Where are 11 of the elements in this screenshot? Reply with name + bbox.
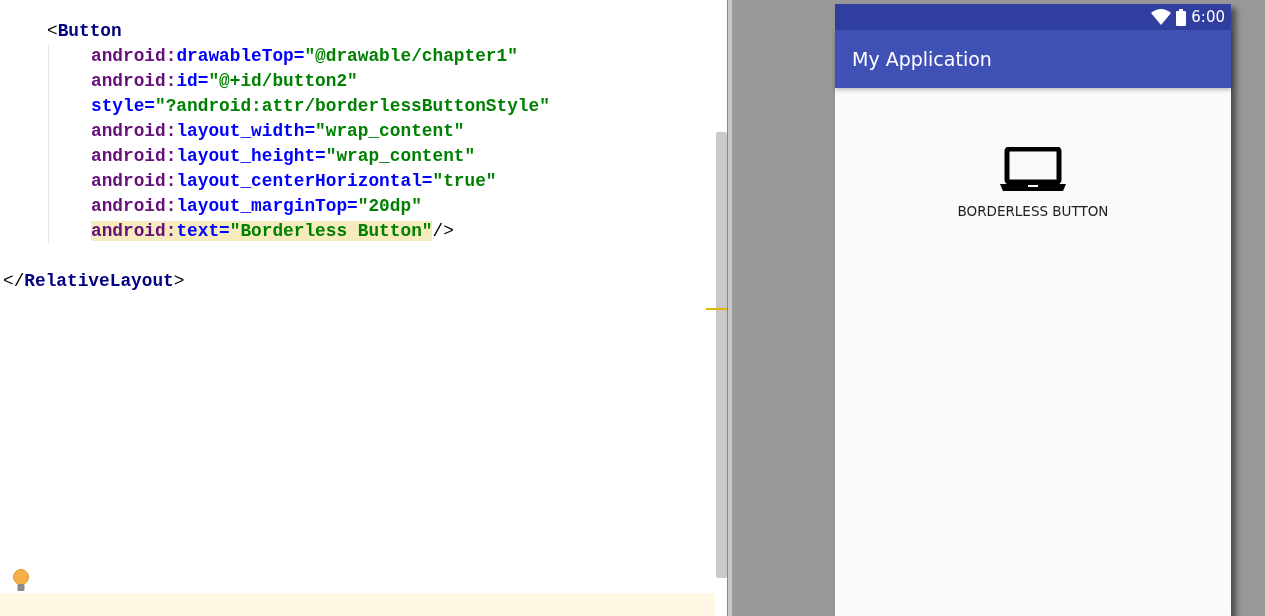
status-time: 6:00	[1191, 8, 1225, 26]
lightbulb-icon[interactable]	[12, 569, 30, 593]
button-label[interactable]: BORDERLESS BUTTON	[957, 203, 1109, 219]
laptop-icon	[1000, 147, 1066, 191]
battery-icon	[1176, 8, 1187, 26]
code-line: <Button	[46, 20, 123, 43]
app-title: My Application	[852, 48, 992, 70]
wifi-icon	[1151, 9, 1172, 25]
scrollbar-thumb[interactable]	[716, 132, 727, 578]
scroll-marker	[706, 308, 727, 310]
code-line: </RelativeLayout>	[2, 270, 186, 293]
